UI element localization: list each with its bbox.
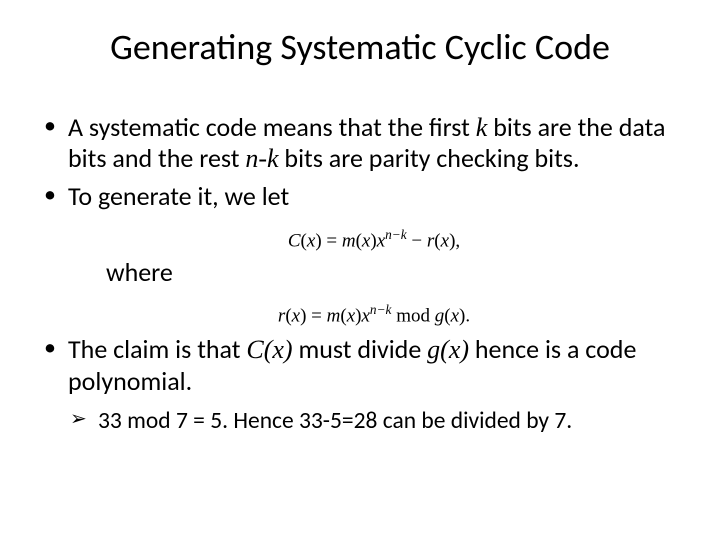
sub-bullet-1-text: 33 mod 7 = 5. Hence 33-5=28 can be divid… bbox=[98, 407, 572, 435]
body-list: A systematic code means that the first k… bbox=[40, 112, 680, 437]
eq2-mod: mod bbox=[391, 305, 434, 326]
eq2-exp-minus: − bbox=[377, 302, 386, 317]
eq1-exp: n−k bbox=[385, 227, 407, 242]
eq2-exp-n: n bbox=[370, 302, 377, 317]
sub-list: 33 mod 7 = 5. Hence 33-5=28 can be divid… bbox=[68, 406, 680, 437]
bullet-2: To generate it, we let C(x) = m(x)xn−k −… bbox=[40, 181, 680, 328]
bullet-1-text-post: bits are parity checking bits. bbox=[279, 142, 580, 174]
bullet-1: A systematic code means that the first k… bbox=[40, 112, 680, 175]
eq2-m: m bbox=[327, 305, 341, 326]
bullet-2-text: To generate it, we let bbox=[68, 180, 289, 212]
eq1-xbase: x bbox=[377, 230, 385, 251]
eq2-xbase: x bbox=[361, 305, 369, 326]
eq1-minus: − bbox=[407, 230, 427, 251]
eq1-exp-n: n bbox=[385, 227, 392, 242]
eq1-m: m bbox=[342, 230, 356, 251]
bullet-3-text-pre: The claim is that bbox=[68, 333, 246, 365]
eq1-r: r bbox=[427, 230, 434, 251]
var-k: k bbox=[476, 113, 488, 142]
sub-bullet-1: 33 mod 7 = 5. Hence 33-5=28 can be divid… bbox=[68, 406, 680, 437]
eq1-x1: x bbox=[307, 230, 315, 251]
eq2-x3: x bbox=[451, 305, 459, 326]
eq2-g: g bbox=[435, 305, 445, 326]
eq1-x2: x bbox=[362, 230, 370, 251]
eq2-x2: x bbox=[347, 305, 355, 326]
eq1-exp-minus: − bbox=[392, 227, 401, 242]
bullet-1-text-pre: A systematic code means that the first bbox=[68, 111, 476, 143]
slide-title: Generating Systematic Cyclic Code bbox=[40, 28, 680, 68]
var-n-minus-k: n-k bbox=[245, 144, 278, 173]
eq1-eq: = bbox=[322, 230, 342, 251]
equation-2: r(x) = m(x)xn−k mod g(x). bbox=[68, 302, 680, 328]
var-C-of-x: C(x) bbox=[246, 335, 292, 364]
eq2-exp: n−k bbox=[370, 302, 392, 317]
bullet-3: The claim is that C(x) must divide g(x) … bbox=[40, 334, 680, 436]
eq2-period: . bbox=[465, 305, 470, 326]
var-g-of-x: g(x) bbox=[427, 335, 469, 364]
eq2-x1: x bbox=[292, 305, 300, 326]
equation-1: C(x) = m(x)xn−k − r(x), bbox=[68, 227, 680, 253]
eq1-C: C bbox=[288, 230, 301, 251]
eq1-comma: , bbox=[455, 230, 460, 251]
eq2-eq: = bbox=[306, 305, 326, 326]
bullet-3-text-mid: must divide bbox=[293, 333, 428, 365]
eq2-r: r bbox=[278, 305, 285, 326]
where-label: where bbox=[68, 257, 680, 288]
slide: Generating Systematic Cyclic Code A syst… bbox=[0, 0, 720, 540]
eq1-x3: x bbox=[441, 230, 449, 251]
